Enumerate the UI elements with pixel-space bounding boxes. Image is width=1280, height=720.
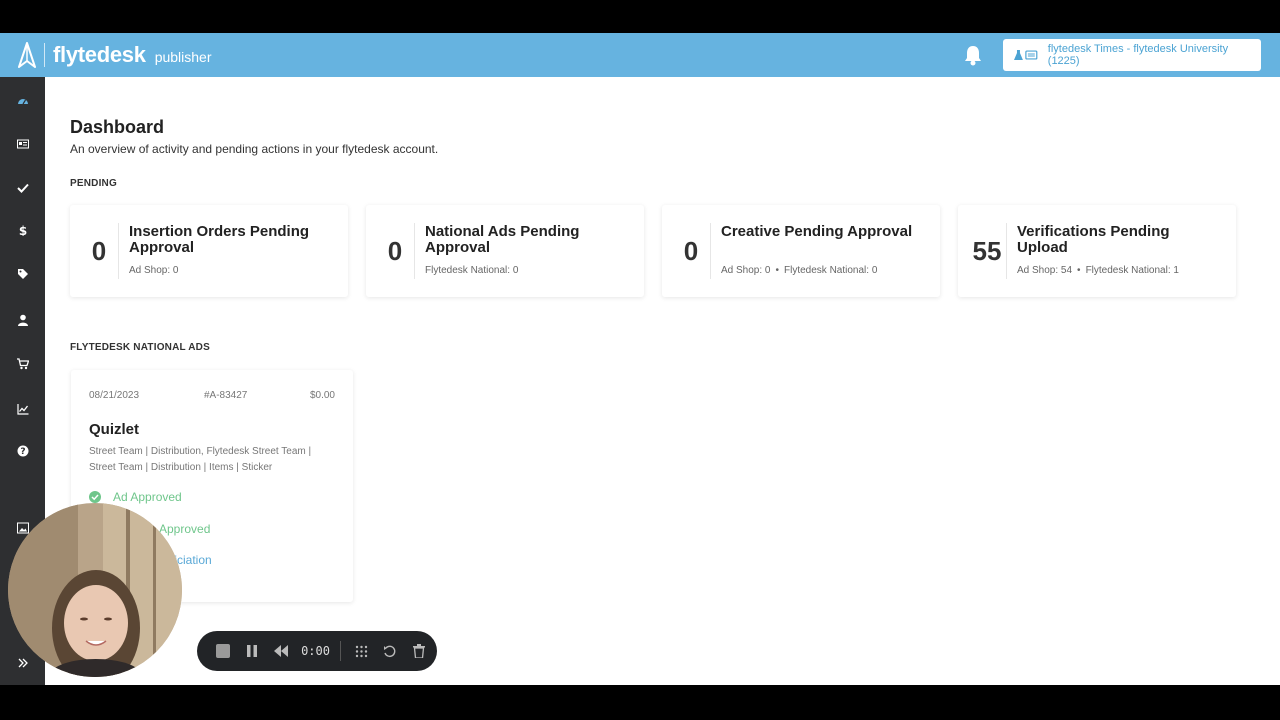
meta-ad-shop: Ad Shop: 0 xyxy=(129,265,179,276)
ad-date: 08/21/2023 xyxy=(89,390,140,401)
stop-icon xyxy=(216,644,231,658)
pending-card-insertion-orders[interactable]: 0 Insertion Orders Pending Approval Ad S… xyxy=(70,205,348,297)
card-divider xyxy=(1006,223,1007,279)
rewind-button[interactable] xyxy=(270,640,291,662)
meta-separator-dot: • xyxy=(1077,265,1081,276)
account-label: flytedesk Times - flytedesk University (… xyxy=(1047,43,1229,67)
pending-section-label: PENDING xyxy=(70,178,117,189)
toolbar-divider xyxy=(339,641,341,661)
dollar-icon: $ xyxy=(18,224,26,236)
pending-card-meta: Flytedesk National: 0 xyxy=(425,265,518,276)
tag-icon xyxy=(17,269,28,279)
app-window: flytedesk publisher flytedesk Times - fl… xyxy=(0,33,1280,685)
ad-advertiser-name: Quizlet xyxy=(89,421,140,438)
pending-card-meta: Ad Shop: 0 xyxy=(129,265,178,276)
brand-subtitle: publisher xyxy=(154,48,212,65)
grid-button[interactable] xyxy=(351,640,372,662)
ad-description: Street Team | Distribution, Flytedesk St… xyxy=(89,446,312,473)
ad-status-approved: Ad Approved xyxy=(89,490,182,504)
pending-card-creative[interactable]: 0 Creative Pending Approval Ad Shop: 0 • F… xyxy=(662,205,940,297)
card-divider xyxy=(414,223,415,279)
newspaper-icon xyxy=(16,139,29,149)
sidebar-item-accounting[interactable]: $ xyxy=(0,216,45,244)
card-divider xyxy=(710,223,711,279)
ad-status-label: Approved xyxy=(159,522,211,536)
webcam-feed-image xyxy=(8,503,182,677)
sidebar-item-orders[interactable] xyxy=(0,350,45,378)
dashboard-icon xyxy=(17,99,28,105)
pending-card-meta: Ad Shop: 0 • Flytedesk National: 0 xyxy=(721,265,877,276)
flytedesk-logo-icon xyxy=(18,42,36,68)
restart-button[interactable] xyxy=(380,640,401,662)
pending-card-title: Insertion Orders Pending Approval xyxy=(129,223,310,256)
stop-recording-button[interactable] xyxy=(213,640,234,662)
image-icon xyxy=(16,522,29,534)
meta-ad-shop: Ad Shop: 0 xyxy=(721,265,771,276)
brand-logo[interactable]: flytedesk publisher xyxy=(16,41,212,69)
pending-count: 0 xyxy=(387,235,403,266)
meta-separator-dot: • xyxy=(775,265,779,276)
pending-count: 0 xyxy=(683,235,699,266)
sidebar-item-pricing[interactable] xyxy=(0,260,45,288)
trash-icon xyxy=(412,644,425,658)
pending-card-verifications[interactable]: 55 Verifications Pending Upload Ad Shop:… xyxy=(958,205,1236,297)
check-icon xyxy=(16,183,29,193)
pending-card-national-ads[interactable]: 0 National Ads Pending Approval Flytedes… xyxy=(366,205,644,297)
delete-recording-button[interactable] xyxy=(408,640,429,662)
recording-toolbar: 0:00 xyxy=(197,631,437,671)
meta-national: Flytedesk National: 1 xyxy=(1085,265,1179,276)
sidebar-item-customers[interactable] xyxy=(0,306,45,334)
sidebar-item-help[interactable]: ? xyxy=(0,437,45,465)
notification-bell-icon[interactable] xyxy=(963,44,983,66)
recording-timer: 0:00 xyxy=(301,644,330,658)
flask-newspaper-icon xyxy=(1014,50,1038,60)
sidebar-item-reports[interactable] xyxy=(0,395,45,423)
pending-card-title: Verifications Pending Upload xyxy=(1017,223,1170,256)
svg-text:$: $ xyxy=(18,224,26,236)
page-title: Dashboard xyxy=(70,117,165,137)
logo-divider xyxy=(44,43,45,67)
ad-status-label: Ad Approved xyxy=(113,490,182,504)
card-divider xyxy=(118,223,119,279)
pending-count: 55 xyxy=(972,235,1002,266)
top-header: flytedesk publisher flytedesk Times - fl… xyxy=(0,33,1280,77)
webcam-overlay[interactable] xyxy=(8,503,182,677)
pause-button[interactable] xyxy=(242,640,263,662)
ad-status-creative-approved: Approved xyxy=(159,522,210,536)
meta-ad-shop: Ad Shop: 54 xyxy=(1017,265,1073,276)
account-switcher-button[interactable]: flytedesk Times - flytedesk University (… xyxy=(1003,39,1261,71)
user-icon xyxy=(17,314,28,326)
expand-icon xyxy=(18,658,28,668)
pending-card-meta: Ad Shop: 54 • Flytedesk National: 1 xyxy=(1017,265,1179,276)
chart-line-icon xyxy=(16,404,28,415)
rewind-icon xyxy=(273,645,288,657)
ad-price: $0.00 xyxy=(309,390,335,401)
page-subtitle: An overview of activity and pending acti… xyxy=(70,142,439,156)
meta-national: Flytedesk National: 0 xyxy=(784,265,878,276)
brand-name: flytedesk xyxy=(53,42,146,67)
pending-count: 0 xyxy=(91,235,107,266)
help-icon: ? xyxy=(17,445,28,457)
pending-card-title: National Ads Pending Approval xyxy=(425,223,580,256)
main-content: Dashboard An overview of activity and pe… xyxy=(45,77,1280,685)
pause-icon xyxy=(247,645,258,657)
check-circle-icon xyxy=(89,491,101,503)
pending-card-title: Creative Pending Approval xyxy=(721,223,913,240)
restart-icon xyxy=(384,645,396,657)
dots-grid-icon xyxy=(355,645,367,657)
national-ads-section-label: FLYTEDESK NATIONAL ADS xyxy=(70,342,210,353)
ad-id: #A-83427 xyxy=(204,390,248,401)
sidebar-item-dashboard[interactable] xyxy=(0,87,45,115)
sidebar-item-approvals[interactable] xyxy=(0,174,45,202)
meta-national: Flytedesk National: 0 xyxy=(425,265,519,276)
sidebar-item-media-kit[interactable] xyxy=(0,130,45,158)
svg-text:?: ? xyxy=(20,447,25,457)
cart-icon xyxy=(16,358,29,370)
